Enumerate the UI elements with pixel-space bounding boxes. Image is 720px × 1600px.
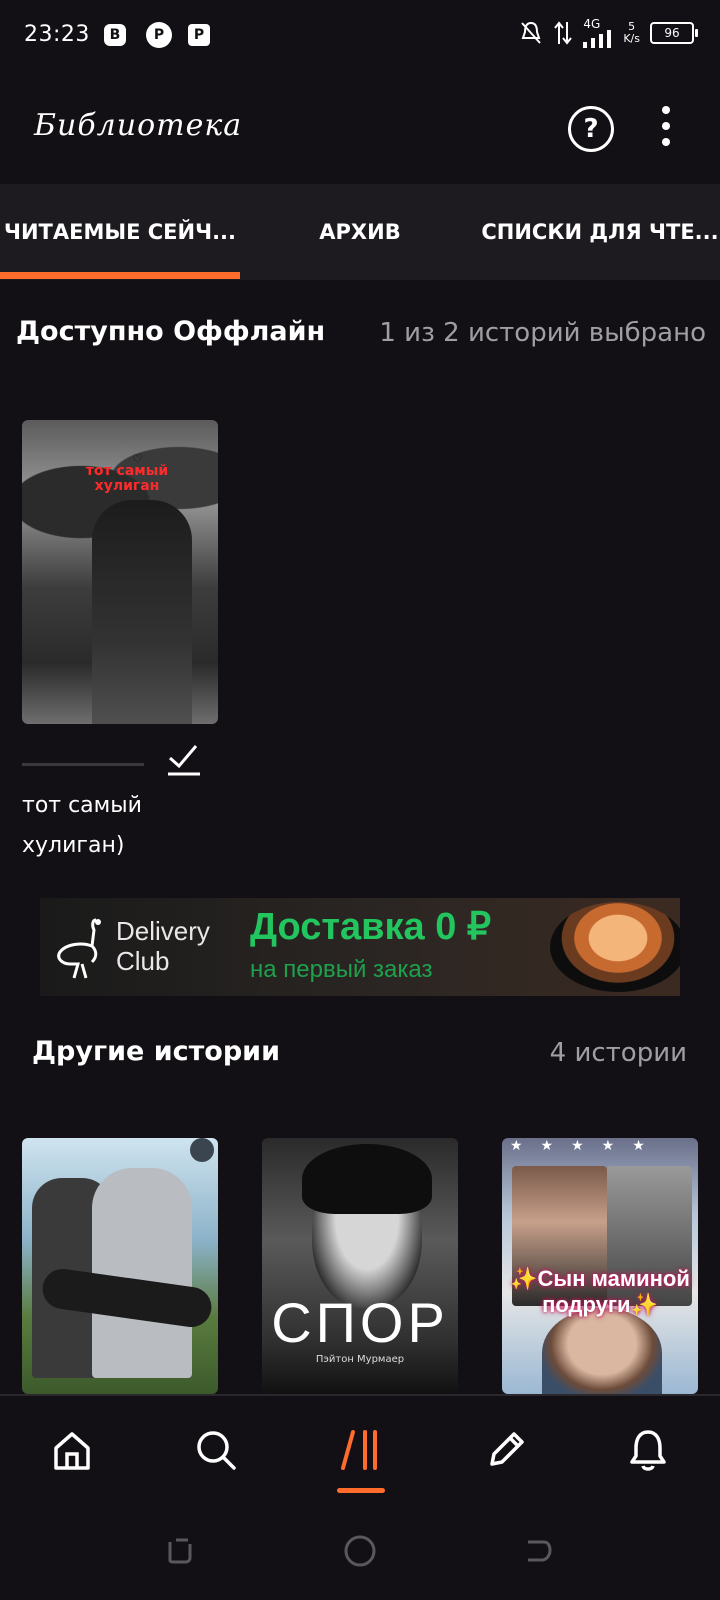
tab-archive[interactable]: АРХИВ (240, 184, 480, 280)
nav-write[interactable] (482, 1426, 530, 1474)
other-stories-count: 4 истории (549, 1038, 687, 1068)
library-icon (341, 1430, 377, 1470)
system-navigation (0, 1500, 720, 1600)
recents-icon[interactable] (162, 1534, 196, 1568)
tab-current-reads[interactable]: ЧИТАЕМЫЕ СЕЙЧ... (0, 184, 240, 280)
ad-headline: Доставка 0 ₽ (250, 906, 492, 948)
search-icon (197, 1431, 236, 1470)
zoom-icon (190, 1138, 214, 1162)
cover-figure (92, 500, 192, 724)
page-title: Библиотека (34, 108, 243, 143)
network-type: 4G (583, 17, 601, 31)
reading-progress-bar (22, 763, 144, 766)
check-icon[interactable] (166, 740, 202, 776)
story-cover[interactable] (22, 1138, 218, 1394)
more-vertical-icon (662, 106, 670, 114)
bell-off-icon (521, 21, 542, 44)
ad-food-image (550, 902, 680, 992)
story-title[interactable]: тот самый хулиган) (22, 786, 222, 866)
network-speed: 5 K/s (623, 20, 640, 45)
data-transfer-icon (554, 21, 573, 45)
offline-section-title: Доступно Оффлайн (16, 316, 326, 347)
active-nav-indicator (337, 1488, 385, 1493)
ad-subline: на первый заказ (250, 956, 433, 983)
bottom-navigation (0, 1394, 720, 1502)
home-icon (54, 1432, 90, 1470)
bell-icon (630, 1430, 666, 1471)
notification-app-icon: P (146, 22, 172, 48)
other-section-title: Другие истории (32, 1036, 280, 1067)
cover-title-text: ✨Сын маминой подруги✨ (510, 1266, 690, 1317)
more-options-button[interactable] (660, 106, 672, 150)
home-button-icon[interactable] (343, 1534, 377, 1568)
active-tab-indicator (0, 272, 240, 279)
ad-brand: Delivery Club (116, 916, 210, 976)
app-bar: Библиотека ? (0, 72, 720, 184)
story-cover[interactable]: ♡ тот самый хулиган (22, 420, 218, 724)
cover-author-text: Пэйтон Мурмаер (315, 1354, 405, 1365)
ad-banner[interactable]: Delivery Club Доставка 0 ₽ на первый зак… (40, 898, 680, 996)
back-icon[interactable] (522, 1534, 556, 1568)
nav-notifications[interactable] (624, 1426, 672, 1474)
signal-icon (583, 30, 612, 48)
story-cover[interactable]: ★★★★★ ✨Сын маминой подруги✨ (502, 1138, 698, 1394)
stars-decoration: ★★★★★ (510, 1138, 663, 1154)
status-time: 23:23 (24, 22, 90, 47)
notification-app-icon: P (188, 24, 210, 46)
battery-icon: 96 (650, 22, 698, 44)
story-cover[interactable]: СПОР Пэйтон Мурмаер (262, 1138, 458, 1394)
library-tabs: ЧИТАЕМЫЕ СЕЙЧ... АРХИВ СПИСКИ ДЛЯ ЧТЕ... (0, 184, 720, 280)
nav-home[interactable] (48, 1426, 96, 1474)
cover-title-text: СПОР (271, 1291, 449, 1354)
offline-selection-count: 1 из 2 историй выбрано (379, 318, 706, 348)
pencil-icon (490, 1432, 524, 1466)
signal-group: 4G (583, 18, 613, 48)
other-section-header: Другие истории 4 истории (32, 1036, 687, 1076)
notification-app-icon: B (104, 24, 126, 46)
status-bar: 23:23 B P P 4G 5 K/s 96 (0, 0, 720, 72)
nav-library[interactable] (337, 1426, 385, 1474)
ostrich-logo-icon (57, 918, 101, 979)
offline-section-header: Доступно Оффлайн 1 из 2 историй выбрано (16, 316, 706, 356)
cover-title-text: тот самый хулиган (85, 463, 169, 494)
help-circle-icon: ? (583, 114, 599, 144)
nav-search[interactable] (192, 1426, 240, 1474)
status-indicators: 4G 5 K/s 96 (519, 18, 698, 48)
help-button[interactable]: ? (568, 106, 614, 152)
tab-reading-lists[interactable]: СПИСКИ ДЛЯ ЧТЕ... (480, 184, 720, 280)
